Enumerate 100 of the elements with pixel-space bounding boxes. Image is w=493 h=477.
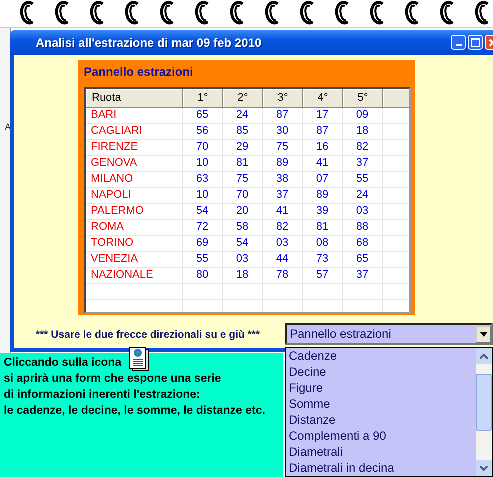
table-cell: 81: [223, 156, 263, 172]
spiral-ring-icon: [475, 0, 491, 26]
spiral-ring-icon: [55, 0, 71, 26]
column-header[interactable]: 5°: [343, 89, 383, 108]
spiral-ring-icon: [90, 0, 106, 26]
table-cell: NAPOLI: [86, 188, 183, 204]
note-text: di informazioni inerenti l'estrazione:: [4, 388, 200, 403]
table-cell: 09: [343, 108, 383, 124]
table-cell: 18: [343, 124, 383, 140]
spiral-ring-icon: [370, 0, 386, 26]
table-cell: 03: [263, 236, 303, 252]
table-cell: 69: [183, 236, 223, 252]
column-header[interactable]: 3°: [263, 89, 303, 108]
table-cell: 68: [343, 236, 383, 252]
table-cell: 72: [183, 220, 223, 236]
dropdown-option[interactable]: Diametrali: [289, 444, 476, 460]
table-cell: 54: [183, 204, 223, 220]
scroll-up-icon[interactable]: [476, 348, 492, 364]
table-cell: CAGLIARI: [86, 124, 183, 140]
note-text: Cliccando sulla icona: [4, 356, 122, 371]
minimize-button[interactable]: [451, 35, 466, 50]
table-cell: 75: [223, 172, 263, 188]
table-cell: 03: [223, 252, 263, 268]
table-cell: BARI: [86, 108, 183, 124]
table-cell: 56: [183, 124, 223, 140]
table-cell: 57: [303, 268, 343, 284]
table-cell: 18: [223, 268, 263, 284]
view-dropdown[interactable]: Pannello estrazioni: [285, 323, 493, 345]
table-cell: 03: [343, 204, 383, 220]
table-cell: 58: [223, 220, 263, 236]
table-cell: ROMA: [86, 220, 183, 236]
table-cell: 55: [183, 252, 223, 268]
spiral-ring-icon: [440, 0, 456, 26]
dropdown-option[interactable]: Complementi a 90: [289, 428, 476, 444]
table-cell: 65: [343, 252, 383, 268]
column-header[interactable]: 2°: [223, 89, 263, 108]
table-cell: 39: [303, 204, 343, 220]
table-cell: 08: [303, 236, 343, 252]
dropdown-option[interactable]: Somme: [289, 396, 476, 412]
maximize-button[interactable]: [468, 35, 483, 50]
spiral-ring-icon: [335, 0, 351, 26]
spiral-ring-icon: [20, 0, 36, 26]
table-cell: 24: [343, 188, 383, 204]
empty-cell: [183, 284, 223, 300]
table-cell: 73: [303, 252, 343, 268]
table-cell: 17: [303, 108, 343, 124]
table-cell: 54: [223, 236, 263, 252]
column-header[interactable]: 4°: [303, 89, 343, 108]
table-cell: NAZIONALE: [86, 268, 183, 284]
document-globe-icon[interactable]: [129, 347, 151, 373]
dropdown-option[interactable]: Figure: [289, 380, 476, 396]
table-cell: 87: [263, 108, 303, 124]
table-cell: 82: [343, 140, 383, 156]
table-cell: 87: [303, 124, 343, 140]
table-cell: FIRENZE: [86, 140, 183, 156]
table-cell: 16: [303, 140, 343, 156]
table-cell: 85: [223, 124, 263, 140]
spiral-ring-icon: [405, 0, 421, 26]
table-cell: 38: [263, 172, 303, 188]
spiral-ring-icon: [300, 0, 316, 26]
table-cell: 70: [223, 188, 263, 204]
scrollbar[interactable]: [476, 348, 492, 476]
table-cell: 10: [183, 156, 223, 172]
table-cell: 65: [183, 108, 223, 124]
table-cell: VENEZIA: [86, 252, 183, 268]
column-header[interactable]: Ruota: [86, 89, 183, 108]
table-cell: 29: [223, 140, 263, 156]
empty-cell: [223, 284, 263, 300]
dropdown-option[interactable]: Diametrali in decina: [289, 460, 476, 476]
table-cell: TORINO: [86, 236, 183, 252]
note-text: si aprirà una form che espone una serie: [4, 372, 222, 387]
table-cell: 41: [263, 204, 303, 220]
spiral-ring-icon: [265, 0, 281, 26]
scroll-down-icon[interactable]: [476, 460, 492, 476]
spiral-ring-icon: [160, 0, 176, 26]
table-cell: 80: [183, 268, 223, 284]
empty-cell: [303, 284, 343, 300]
column-header[interactable]: 1°: [183, 89, 223, 108]
table-cell: 82: [263, 220, 303, 236]
note-text: le cadenze, le decine, le somme, le distanze etc.: [4, 404, 266, 419]
table-cell: 10: [183, 188, 223, 204]
spiral-ring-icon: [230, 0, 246, 26]
table-cell: 55: [343, 172, 383, 188]
maximize-icon: [471, 38, 480, 47]
panel-title: Pannello estrazioni: [84, 66, 194, 80]
table-cell: 89: [263, 156, 303, 172]
table-cell: 07: [303, 172, 343, 188]
table-cell: 75: [263, 140, 303, 156]
table-cell: 63: [183, 172, 223, 188]
table-cell: 78: [263, 268, 303, 284]
scroll-thumb[interactable]: [476, 374, 492, 430]
dropdown-option[interactable]: Cadenze: [289, 348, 476, 364]
dropdown-option[interactable]: Decine: [289, 364, 476, 380]
table-cell: 89: [303, 188, 343, 204]
table-cell: 37: [263, 188, 303, 204]
table-cell: 41: [303, 156, 343, 172]
empty-cell: [263, 284, 303, 300]
window-title: Analisi all'estrazione di mar 09 feb 2010: [36, 36, 262, 50]
dropdown-option[interactable]: Distanze: [289, 412, 476, 428]
table-cell: 88: [343, 220, 383, 236]
